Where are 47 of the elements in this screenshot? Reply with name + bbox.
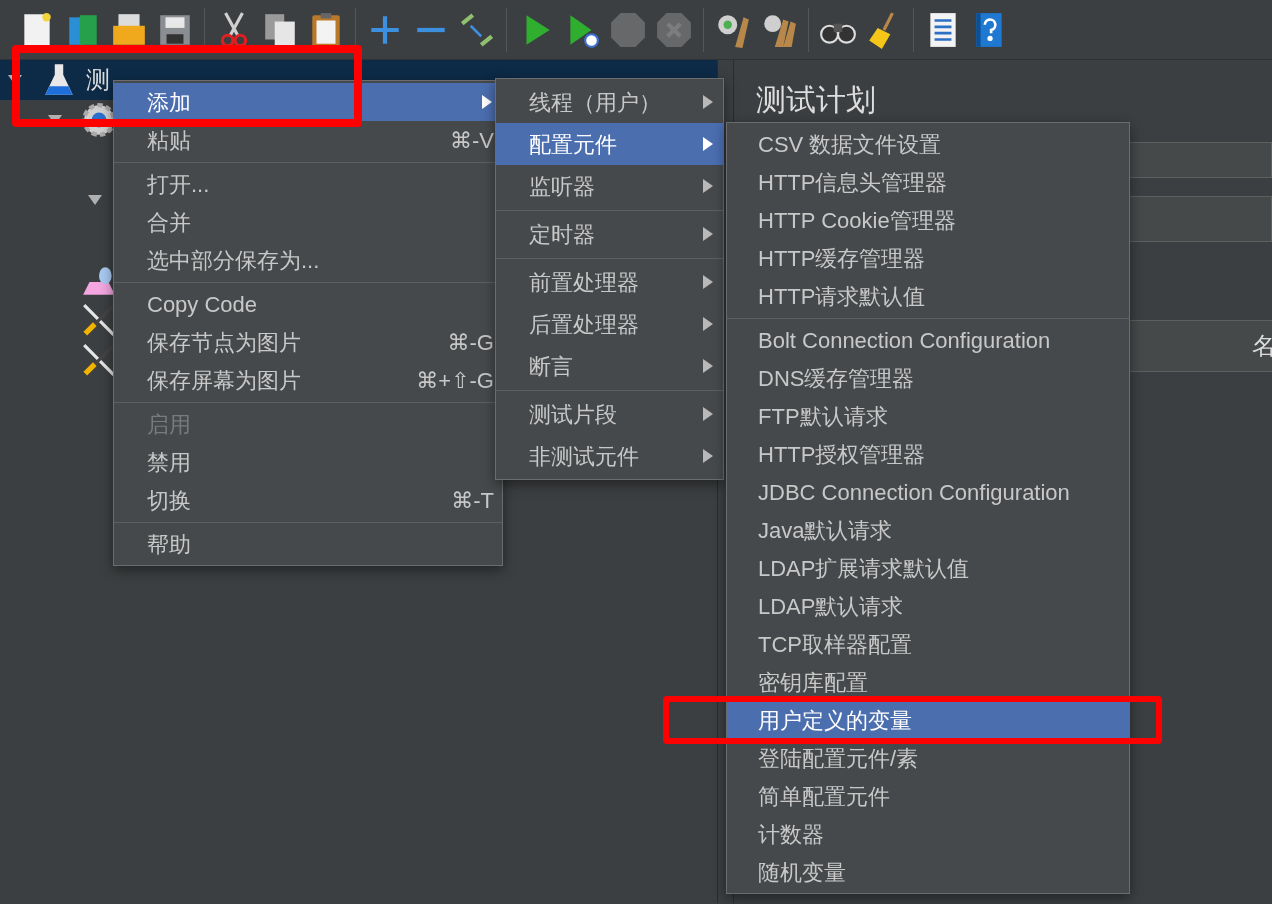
submenu-arrow-icon (701, 225, 715, 243)
menu-item[interactable]: HTTP授权管理器 (727, 435, 1129, 473)
submenu-arrow-icon (701, 93, 715, 111)
menu-item[interactable]: DNS缓存管理器 (727, 359, 1129, 397)
menu-item[interactable]: 帮助 (114, 525, 502, 563)
menu-item[interactable]: 简单配置元件 (727, 777, 1129, 815)
submenu-arrow-icon (701, 177, 715, 195)
menu-item[interactable]: HTTP请求默认值 (727, 277, 1129, 315)
menu-item[interactable]: HTTP Cookie管理器 (727, 201, 1129, 239)
tree-node-label[interactable]: 测 (86, 62, 110, 98)
shortcut-label: ⌘-T (451, 486, 494, 515)
submenu-arrow-icon (701, 447, 715, 465)
menu-item[interactable]: Java默认请求 (727, 511, 1129, 549)
menu-item[interactable]: JDBC Connection Configuration (727, 473, 1129, 511)
submenu-arrow-icon (701, 357, 715, 375)
submenu-arrow-icon (480, 93, 494, 111)
shortcut-label: ⌘-V (450, 126, 494, 155)
menu-item[interactable]: 断言 (496, 345, 723, 387)
menu-item[interactable]: 切换 ⌘-T (114, 481, 502, 519)
column-header[interactable]: 名 (1252, 321, 1272, 371)
shortcut-label: ⌘+⇧-G (416, 366, 494, 395)
menu-item[interactable]: HTTP缓存管理器 (727, 239, 1129, 277)
menu-item[interactable]: 后置处理器 (496, 303, 723, 345)
menu-item[interactable]: 密钥库配置 (727, 663, 1129, 701)
menu-item[interactable]: 测试片段 (496, 393, 723, 435)
menu-item[interactable]: FTP默认请求 (727, 397, 1129, 435)
submenu-arrow-icon (701, 273, 715, 291)
menu-item[interactable]: 配置元件 (496, 123, 723, 165)
menu-item[interactable]: 监听器 (496, 165, 723, 207)
menu-item[interactable]: Bolt Connection Configuration (727, 321, 1129, 359)
menu-item[interactable]: 计数器 (727, 815, 1129, 853)
menu-item[interactable]: CSV 数据文件设置 (727, 125, 1129, 163)
menu-item[interactable]: 前置处理器 (496, 261, 723, 303)
menu-item[interactable]: 用户定义的变量 (727, 701, 1129, 739)
submenu-arrow-icon (701, 315, 715, 333)
menu-item[interactable]: LDAP默认请求 (727, 587, 1129, 625)
submenu-arrow-icon (701, 135, 715, 153)
submenu-arrow-icon (701, 405, 715, 423)
panel-title: 测试计划 (755, 82, 877, 118)
menu-item[interactable]: LDAP扩展请求默认值 (727, 549, 1129, 587)
menu-item[interactable]: 定时器 (496, 213, 723, 255)
menu-item[interactable]: HTTP信息头管理器 (727, 163, 1129, 201)
menu-item[interactable]: 登陆配置元件/素 (727, 739, 1129, 777)
menu-item[interactable]: 非测试元件 (496, 435, 723, 477)
menu-item[interactable]: TCP取样器配置 (727, 625, 1129, 663)
shortcut-label: ⌘-G (447, 328, 494, 357)
menu-item[interactable]: 随机变量 (727, 853, 1129, 891)
